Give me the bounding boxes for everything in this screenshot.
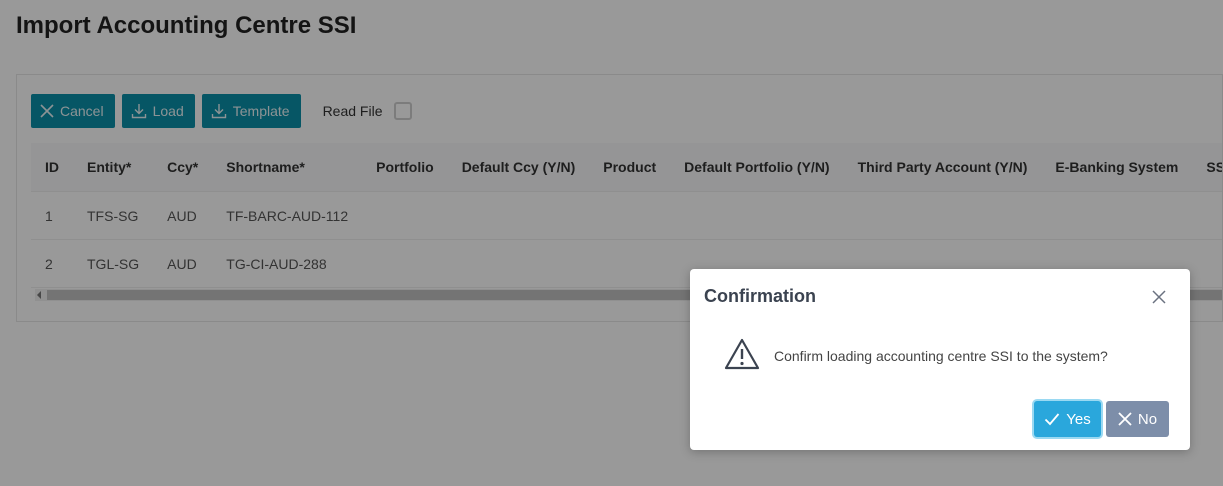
- yes-button-label: Yes: [1066, 410, 1091, 428]
- no-button[interactable]: No: [1106, 401, 1169, 437]
- warning-icon: [724, 338, 760, 370]
- close-icon: [1118, 412, 1132, 426]
- yes-button[interactable]: Yes: [1034, 401, 1101, 437]
- no-button-label: No: [1137, 410, 1158, 428]
- check-icon: [1045, 413, 1060, 426]
- close-icon[interactable]: [1150, 288, 1168, 306]
- dialog-title: Confirmation: [704, 286, 816, 306]
- dialog-message: Confirm loading accounting centre SSI to…: [774, 348, 1108, 364]
- confirmation-dialog: Confirmation Confirm loading accounting …: [690, 269, 1190, 450]
